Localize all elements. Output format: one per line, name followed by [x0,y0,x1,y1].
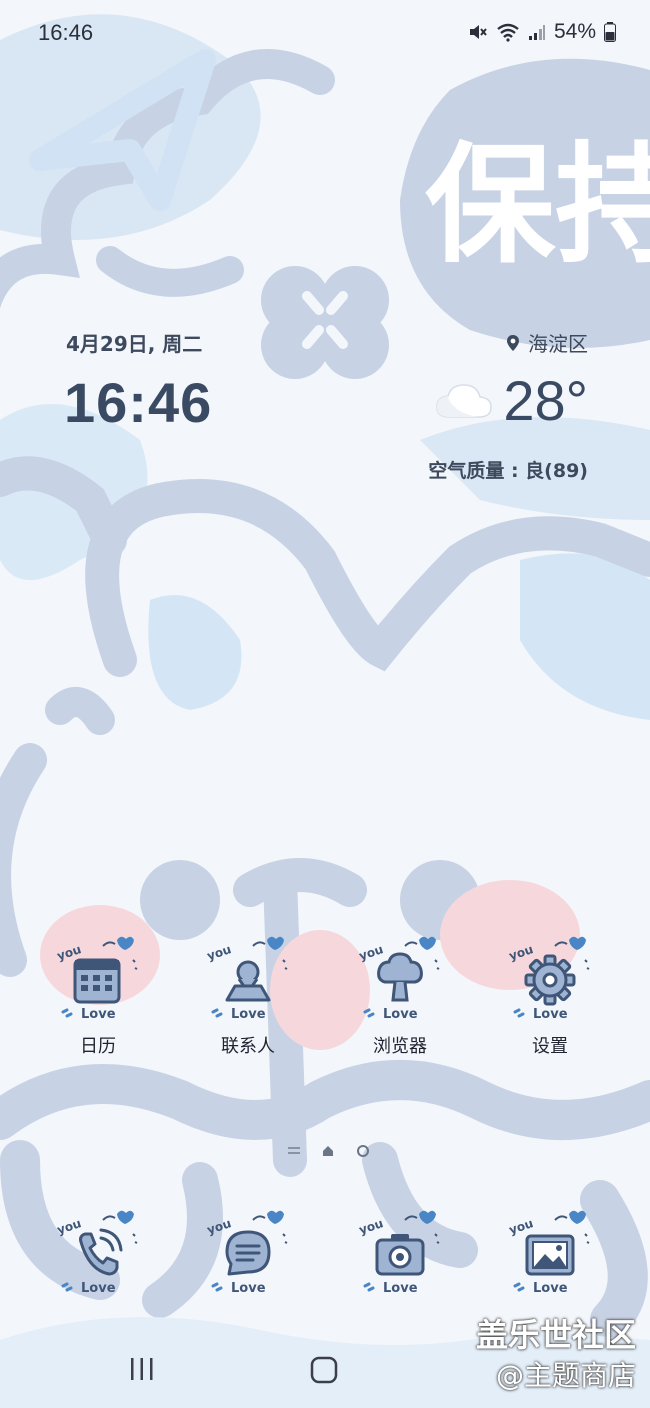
camera-icon: you Love [357,1210,440,1296]
browser-icon: you Love [357,936,440,1022]
app-contacts[interactable]: you Love 联系人 [188,932,308,1058]
calendar-icon: you Love [55,936,138,1022]
svg-text:Love: Love [81,1007,116,1022]
app-label-settings: 设置 [532,1036,568,1057]
app-label-calendar: 日历 [80,1036,116,1057]
dock-messages[interactable]: you Love [188,1206,308,1296]
air-quality[interactable]: 空气质量 : 良(89) [428,456,588,483]
wifi-icon [497,23,519,42]
status-time: 16:46 [38,20,94,45]
svg-text:Love: Love [533,1007,568,1022]
svg-text:you: you [357,942,385,963]
svg-text:you: you [507,942,535,963]
recent-apps-icon[interactable] [128,1356,156,1382]
svg-text:you: you [205,942,233,963]
messages-icon: you Love [205,1210,288,1296]
svg-text:you: you [205,1216,233,1237]
gear-icon: you Love [507,936,590,1022]
date-label[interactable]: 4月29日, 周二 [66,328,202,357]
cloud-icon [436,383,493,418]
app-label-browser: 浏览器 [373,1036,427,1057]
watermark-community: 盖乐世社区 [475,1316,636,1354]
svg-text:Love: Love [81,1281,116,1296]
status-bar-right: 54% [468,20,616,44]
battery-percent: 54% [553,20,596,43]
home-page-dot-icon[interactable] [322,1145,334,1157]
svg-text:Love: Love [231,1007,266,1022]
dock-phone[interactable]: you Love [38,1206,158,1296]
page-indicator[interactable] [288,1144,370,1158]
svg-text:Love: Love [231,1281,266,1296]
svg-text:you: you [507,1216,535,1237]
app-browser[interactable]: you Love 浏览器 [340,932,460,1058]
svg-text:you: you [55,1216,83,1237]
phone-icon: you Love [55,1210,138,1296]
contacts-icon: you Love [205,936,288,1022]
signal-icon [528,25,545,40]
app-calendar[interactable]: you Love 日历 [38,932,158,1058]
gallery-icon: you Love [507,1210,590,1296]
svg-text:you: you [357,1216,385,1237]
dock-gallery[interactable]: you Love [490,1206,610,1296]
clock-time[interactable]: 16:46 [64,370,212,435]
svg-text:Love: Love [533,1281,568,1296]
watermark-theme-store: @主题商店 [495,1359,636,1392]
location-label: 海淀区 [528,332,588,356]
svg-text:Love: Love [383,1281,418,1296]
dock-camera[interactable]: you Love [340,1206,460,1296]
weather-location[interactable]: 海淀区 [506,328,588,357]
home-button-icon[interactable] [310,1356,338,1384]
app-settings[interactable]: you Love 设置 [490,932,610,1058]
temperature: 28° [503,369,588,432]
svg-text:Love: Love [383,1007,418,1022]
app-label-contacts: 联系人 [221,1036,275,1057]
weather-current[interactable]: 28° [435,368,588,433]
wallpaper: 保持 [0,0,650,1408]
menu-lines-icon[interactable] [288,1146,300,1156]
mute-icon [469,25,487,39]
page-dot-icon[interactable] [356,1144,370,1158]
location-pin-icon [507,334,519,351]
wallpaper-text: 保持 [425,129,650,281]
battery-icon [604,22,616,42]
